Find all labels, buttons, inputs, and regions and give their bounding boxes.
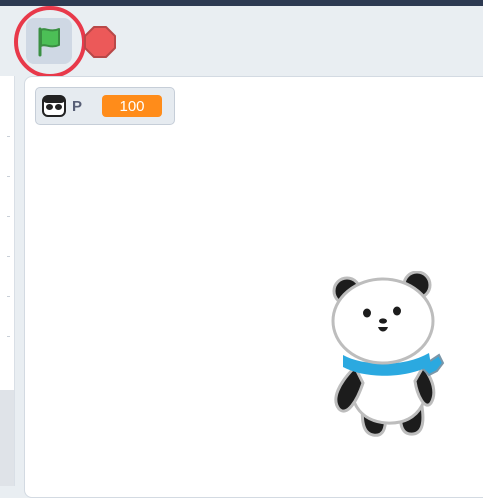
- stop-button[interactable]: [82, 24, 118, 60]
- ruler-tick: [7, 336, 10, 337]
- ruler-tick: [7, 176, 10, 177]
- ruler-tick: [7, 136, 10, 137]
- green-flag-button[interactable]: [26, 18, 72, 64]
- green-flag-icon: [38, 27, 60, 57]
- sprite-thumbnail-icon: [42, 94, 66, 118]
- variable-monitor[interactable]: P 100: [35, 87, 176, 125]
- stage-canvas[interactable]: P 100: [24, 76, 483, 498]
- variable-name: P: [72, 97, 83, 115]
- panda-sprite[interactable]: [325, 271, 455, 451]
- ruler-tick: [7, 296, 10, 297]
- code-area-edge: [0, 76, 15, 486]
- stop-sign-icon: [84, 26, 116, 58]
- scrollbar-track[interactable]: [0, 390, 14, 486]
- ruler-tick: [7, 256, 10, 257]
- variable-value: 100: [102, 95, 163, 117]
- ruler-tick: [7, 216, 10, 217]
- stage-controls-bar: [0, 6, 483, 78]
